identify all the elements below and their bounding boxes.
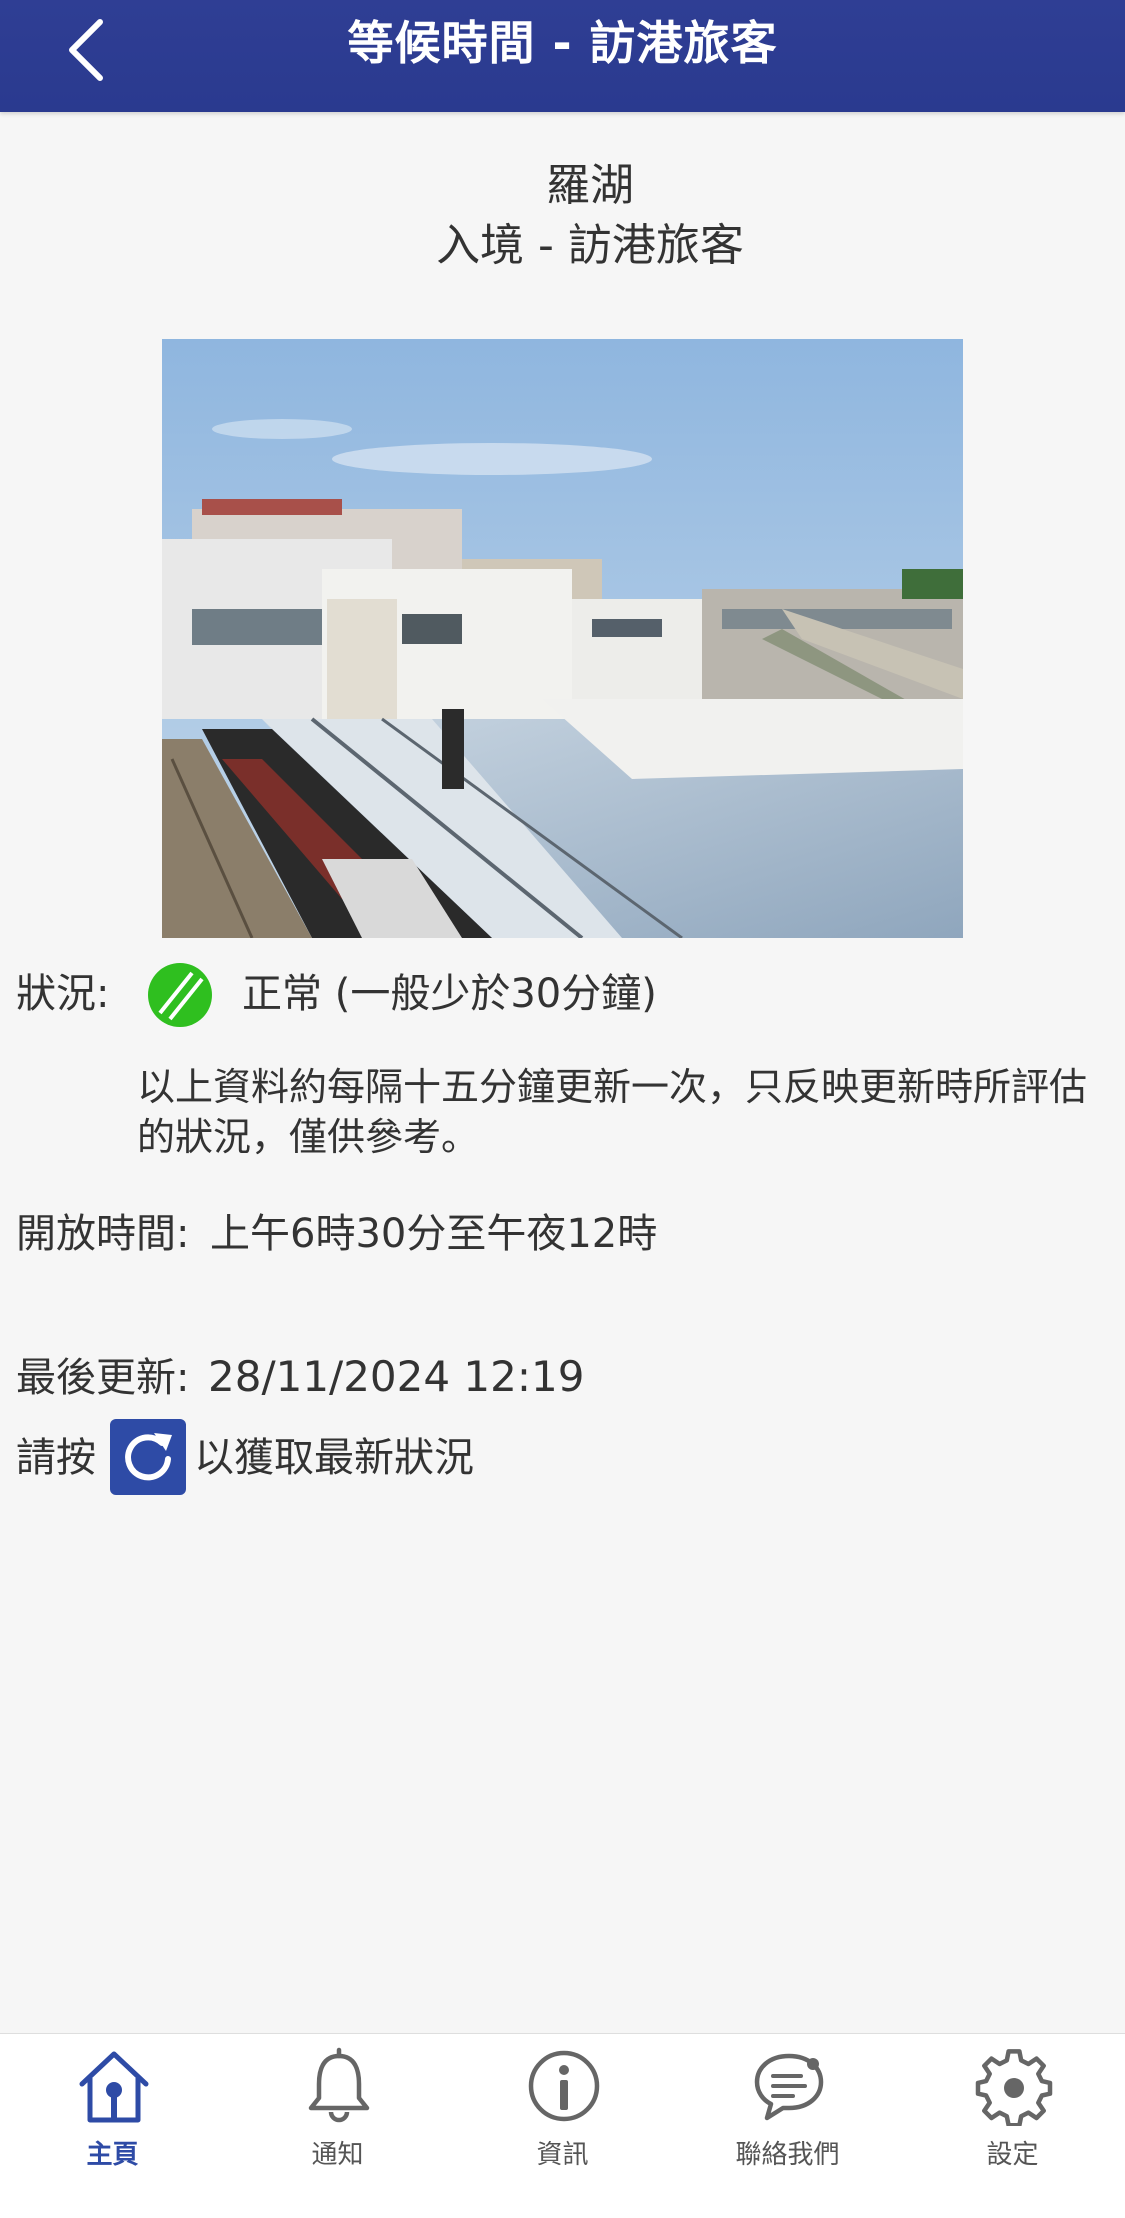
status-label: 狀況: xyxy=(16,971,110,1017)
tab-label: 通知 xyxy=(311,2140,364,2170)
location-direction: 入境 - 訪港旅客 xyxy=(436,220,744,271)
tab-home[interactable]: 主頁 xyxy=(0,2046,225,2206)
update-frequency-note: 以上資料約每隔十五分鐘更新一次，只反映更新時所評估的狀況，僅供參考。 xyxy=(137,1065,1088,1159)
tab-settings[interactable]: 設定 xyxy=(900,2046,1125,2206)
opening-hours-label: 開放時間: xyxy=(16,1211,190,1257)
status-normal-icon xyxy=(148,963,212,1027)
refresh-icon xyxy=(125,1433,172,1481)
tab-info[interactable]: 資訊 xyxy=(450,2046,675,2206)
gear-icon xyxy=(975,2049,1053,2126)
refresh-hint-suffix: 以獲取最新狀況 xyxy=(194,1435,474,1481)
tab-label: 主頁 xyxy=(86,2140,139,2170)
last-update-value: 28/11/2024 12:19 xyxy=(208,1352,585,1401)
refresh-hint-prefix: 請按 xyxy=(16,1435,96,1481)
home-icon xyxy=(79,2051,149,2123)
tab-contact[interactable]: 聯絡我們 xyxy=(675,2046,900,2206)
chat-icon xyxy=(754,2053,824,2121)
status-value: 正常 (一般少於30分鐘) xyxy=(242,971,657,1017)
bottom-tab-bar: 主頁 通知 資訊 聯絡我們 設定 xyxy=(0,2033,1125,2218)
tab-label: 資訊 xyxy=(536,2140,589,2170)
page-title: 等候時間 - 訪港旅客 xyxy=(347,16,778,70)
app-header: 等候時間 - 訪港旅客 xyxy=(0,0,1125,112)
tab-label: 設定 xyxy=(986,2140,1039,2170)
bell-icon xyxy=(308,2047,370,2123)
last-update-label: 最後更新: xyxy=(16,1355,190,1401)
tab-notifications[interactable]: 通知 xyxy=(225,2046,450,2206)
opening-hours-value: 上午6時30分至午夜12時 xyxy=(210,1211,658,1257)
tab-label: 聯絡我們 xyxy=(735,2140,840,2170)
checkpoint-photo xyxy=(162,339,963,938)
info-icon xyxy=(528,2050,600,2122)
refresh-button[interactable] xyxy=(110,1419,186,1495)
location-name: 羅湖 xyxy=(546,160,634,211)
